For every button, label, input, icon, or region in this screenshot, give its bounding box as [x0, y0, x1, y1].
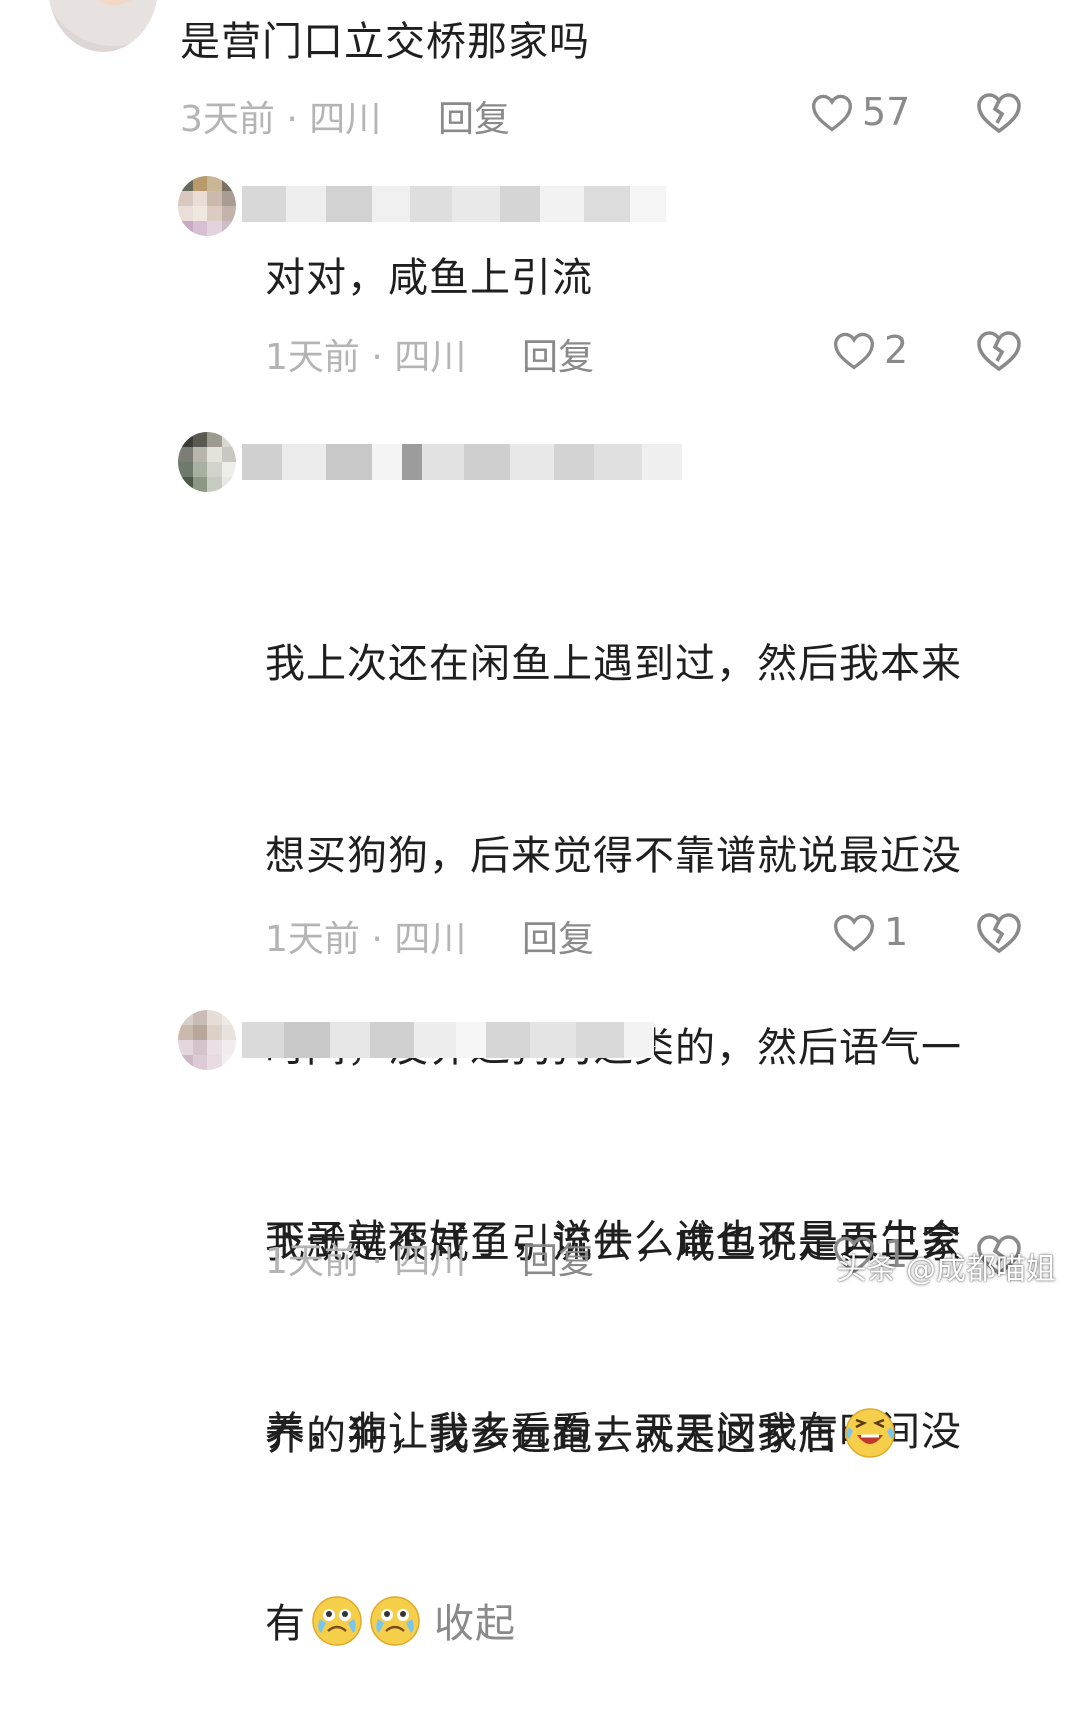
- comment-region: 四川: [394, 1241, 467, 1282]
- comment-time: 1天前: [265, 919, 360, 960]
- reply-button[interactable]: 回复: [522, 328, 594, 380]
- separator: ·: [286, 99, 298, 140]
- avatar[interactable]: [178, 176, 236, 236]
- comment-region: 四川: [394, 337, 467, 378]
- reply-button[interactable]: 回复: [522, 910, 594, 962]
- broken-heart-icon[interactable]: [975, 910, 1023, 954]
- like-button[interactable]: 2: [832, 328, 908, 372]
- comment-meta: 1天前 · 四川: [265, 1232, 466, 1284]
- reply-button[interactable]: 回复: [438, 90, 510, 142]
- watermark: 头条 @成都喵姐: [836, 1252, 1056, 1287]
- crying-face-emoji: [370, 1596, 420, 1646]
- separator: ·: [371, 1241, 383, 1282]
- comment-region: 四川: [309, 99, 382, 140]
- comment-line-last: 养的狗，我多远跑去就是这家店: [265, 1404, 962, 1468]
- comment-time: 1天前: [265, 1241, 360, 1282]
- comment-line: 我上次还在闲鱼上遇到过，然后我本来: [265, 641, 962, 687]
- username-blurred[interactable]: [242, 444, 682, 480]
- laughing-crying-emoji: [845, 1408, 895, 1458]
- heart-outline-icon: [834, 914, 874, 952]
- comment-text: 对对，咸鱼上引流: [265, 255, 593, 301]
- comment-time: 1天前: [265, 337, 360, 378]
- heart-outline-icon: [812, 94, 852, 132]
- comment-meta: 1天前 · 四川: [265, 910, 466, 962]
- username-blurred[interactable]: [242, 1022, 654, 1058]
- comment-line: 有: [265, 1601, 306, 1647]
- comment-meta: 3天前 · 四川: [180, 90, 381, 142]
- reply-button[interactable]: 回复: [522, 1232, 594, 1284]
- collapse-button[interactable]: 收起: [434, 1601, 516, 1647]
- comment-line-last: 有 收起: [265, 1592, 962, 1656]
- avatar[interactable]: [178, 432, 236, 492]
- separator: ·: [371, 919, 383, 960]
- comment-line: 想买狗狗，后来觉得不靠谱就说最近没: [265, 833, 962, 879]
- like-button[interactable]: 1: [832, 910, 908, 954]
- comment-meta: 1天前 · 四川: [265, 328, 466, 380]
- separator: ·: [371, 337, 383, 378]
- like-count: 1: [884, 910, 909, 954]
- broken-heart-icon[interactable]: [975, 328, 1023, 372]
- avatar[interactable]: [178, 1010, 236, 1070]
- comment-region: 四川: [394, 919, 467, 960]
- comment-text: 是营门口立交桥那家吗: [180, 19, 590, 65]
- avatar[interactable]: [48, 0, 158, 52]
- comment-line: 养的狗，我多远跑去就是这家店: [265, 1413, 839, 1459]
- comment-time: 3天前: [180, 99, 275, 140]
- comment-text: 我就是被咸鱼引流去，咸鱼说是自己家 养的狗，我多远跑去就是这家店: [265, 1084, 962, 1532]
- broken-heart-icon[interactable]: [975, 90, 1023, 134]
- like-count: 2: [884, 328, 909, 372]
- like-count: 57: [862, 90, 911, 134]
- heart-outline-icon: [834, 332, 874, 370]
- like-button[interactable]: 57: [810, 90, 910, 134]
- crying-face-emoji: [312, 1596, 362, 1646]
- username-blurred[interactable]: [242, 186, 666, 222]
